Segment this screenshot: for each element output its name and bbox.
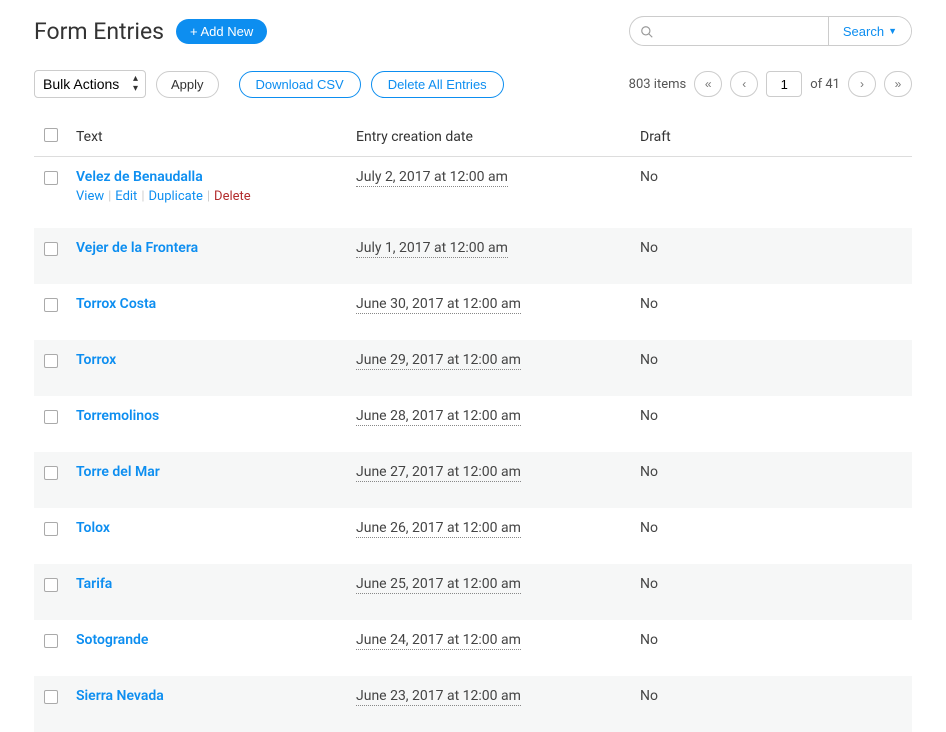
row-checkbox[interactable] xyxy=(44,410,58,424)
row-checkbox[interactable] xyxy=(44,522,58,536)
search-box: Search ▼ xyxy=(629,16,912,46)
separator: | xyxy=(104,189,115,204)
table-row: Vejer de la Frontera July 1, 2017 at 12:0… xyxy=(34,228,912,284)
download-csv-button[interactable]: Download CSV xyxy=(239,71,361,98)
add-new-button[interactable]: + Add New xyxy=(176,19,267,44)
table-row: Tolox June 26, 2017 at 12:00 am No xyxy=(34,508,912,564)
delete-link[interactable]: Delete xyxy=(214,189,251,204)
pager-prev-button[interactable]: ‹ xyxy=(730,71,758,97)
entry-date: July 1, 2017 at 12:00 am xyxy=(356,240,508,258)
pager-of-text: of 41 xyxy=(810,77,840,92)
pager-last-button[interactable]: » xyxy=(884,71,912,97)
row-actions: View|Edit|Duplicate|Delete xyxy=(76,189,340,204)
entries-table: Text Entry creation date Draft Velez de … xyxy=(34,118,912,732)
entry-date: June 29, 2017 at 12:00 am xyxy=(356,352,521,370)
bulk-actions-select[interactable]: Bulk Actions xyxy=(34,70,146,98)
column-header-draft[interactable]: Draft xyxy=(632,118,912,157)
entry-title-link[interactable]: Vejer de la Frontera xyxy=(76,240,198,256)
entry-date: June 24, 2017 at 12:00 am xyxy=(356,632,521,650)
table-row: Tarifa June 25, 2017 at 12:00 am No xyxy=(34,564,912,620)
entry-date: June 27, 2017 at 12:00 am xyxy=(356,464,521,482)
row-checkbox[interactable] xyxy=(44,298,58,312)
entry-draft-status: No xyxy=(640,520,658,536)
row-checkbox[interactable] xyxy=(44,242,58,256)
entry-draft-status: No xyxy=(640,632,658,648)
entry-date: June 28, 2017 at 12:00 am xyxy=(356,408,521,426)
caret-down-icon: ▼ xyxy=(888,26,897,36)
row-checkbox[interactable] xyxy=(44,171,58,185)
row-checkbox[interactable] xyxy=(44,690,58,704)
entry-draft-status: No xyxy=(640,688,658,704)
page-title: Form Entries xyxy=(34,18,164,45)
items-count-text: 803 items xyxy=(629,77,687,92)
entry-title-link[interactable]: Sierra Nevada xyxy=(76,688,164,704)
pager-next-button[interactable]: › xyxy=(848,71,876,97)
row-checkbox[interactable] xyxy=(44,466,58,480)
column-header-text[interactable]: Text xyxy=(68,118,348,157)
entry-date: June 25, 2017 at 12:00 am xyxy=(356,576,521,594)
entry-date: July 2, 2017 at 12:00 am xyxy=(356,169,508,187)
entry-title-link[interactable]: Velez de Benaudalla xyxy=(76,169,203,185)
table-row: Sotogrande June 24, 2017 at 12:00 am No xyxy=(34,620,912,676)
row-checkbox[interactable] xyxy=(44,354,58,368)
entry-date: June 26, 2017 at 12:00 am xyxy=(356,520,521,538)
table-row: Sierra Nevada June 23, 2017 at 12:00 am No xyxy=(34,676,912,732)
entry-title-link[interactable]: Torrox Costa xyxy=(76,296,156,312)
separator: | xyxy=(137,189,148,204)
duplicate-link[interactable]: Duplicate xyxy=(149,189,203,204)
entry-draft-status: No xyxy=(640,408,658,424)
search-input[interactable] xyxy=(630,20,828,35)
entry-draft-status: No xyxy=(640,576,658,592)
entry-title-link[interactable]: Sotogrande xyxy=(76,632,148,648)
select-all-checkbox[interactable] xyxy=(44,128,58,142)
entry-draft-status: No xyxy=(640,352,658,368)
entry-draft-status: No xyxy=(640,464,658,480)
search-button-label: Search xyxy=(843,24,884,39)
entry-draft-status: No xyxy=(640,296,658,312)
entry-title-link[interactable]: Tolox xyxy=(76,520,110,536)
view-link[interactable]: View xyxy=(76,189,104,204)
row-checkbox[interactable] xyxy=(44,634,58,648)
edit-link[interactable]: Edit xyxy=(115,189,137,204)
entry-title-link[interactable]: Torre del Mar xyxy=(76,464,160,480)
entry-title-link[interactable]: Torremolinos xyxy=(76,408,159,424)
entry-title-link[interactable]: Torrox xyxy=(76,352,116,368)
entry-date: June 23, 2017 at 12:00 am xyxy=(356,688,521,706)
entry-title-link[interactable]: Tarifa xyxy=(76,576,112,592)
delete-all-button[interactable]: Delete All Entries xyxy=(371,71,504,98)
entry-date: June 30, 2017 at 12:00 am xyxy=(356,296,521,314)
separator: | xyxy=(203,189,214,204)
pager-first-button[interactable]: « xyxy=(694,71,722,97)
entry-draft-status: No xyxy=(640,169,658,185)
table-row: Torrox Costa June 30, 2017 at 12:00 am No xyxy=(34,284,912,340)
row-checkbox[interactable] xyxy=(44,578,58,592)
pager-page-input[interactable] xyxy=(766,71,802,97)
table-row: Torre del Mar June 27, 2017 at 12:00 am No xyxy=(34,452,912,508)
search-button[interactable]: Search ▼ xyxy=(828,17,911,45)
entry-draft-status: No xyxy=(640,240,658,256)
table-row: Velez de BenaudallaView|Edit|Duplicate|D… xyxy=(34,157,912,229)
table-row: Torremolinos June 28, 2017 at 12:00 am No xyxy=(34,396,912,452)
table-row: Torrox June 29, 2017 at 12:00 am No xyxy=(34,340,912,396)
apply-button[interactable]: Apply xyxy=(156,71,219,98)
column-header-date[interactable]: Entry creation date xyxy=(348,118,632,157)
